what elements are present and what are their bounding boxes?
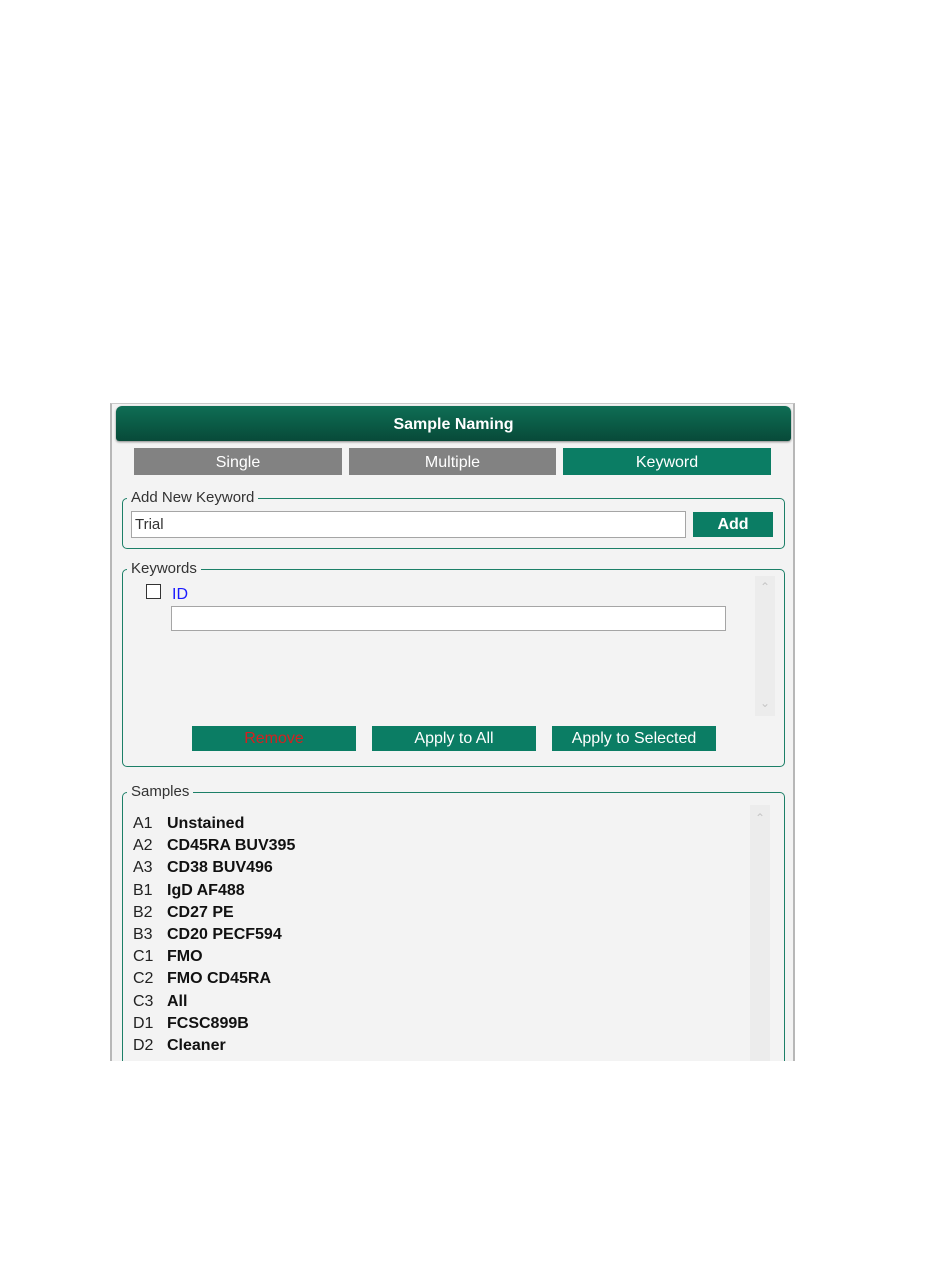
sample-name: CD20 PECF594 [167, 926, 282, 943]
new-keyword-input[interactable] [131, 511, 686, 538]
sample-well: C2 [133, 970, 154, 987]
sample-well: A3 [133, 859, 153, 876]
sample-well: D1 [133, 1015, 154, 1032]
list-item[interactable]: A3 CD38 BUV496 [133, 857, 273, 879]
sample-well: B2 [133, 904, 153, 921]
sample-well: A2 [133, 837, 153, 854]
sample-name: FMO CD45RA [167, 970, 272, 987]
add-keyword-group: Add New Keyword Add [122, 489, 785, 549]
sample-name: All [167, 993, 188, 1010]
samples-legend: Samples [131, 783, 190, 800]
list-item[interactable]: D2 Cleaner [133, 1035, 226, 1057]
list-item[interactable]: B2 CD27 PE [133, 902, 234, 924]
sample-well: B3 [133, 926, 153, 943]
list-item[interactable]: B3 CD20 PECF594 [133, 924, 282, 946]
keyword-id-value-input[interactable] [171, 606, 726, 631]
list-item[interactable]: C3 All [133, 991, 187, 1013]
sample-name: Cleaner [167, 1037, 226, 1054]
sample-naming-panel: Sample Naming Single Multiple Keyword Ad… [110, 403, 795, 1061]
sample-name: Unstained [167, 815, 245, 832]
sample-well: A1 [133, 815, 153, 832]
samples-group: Samples ⌃ A1 Unstained A2 CD45RA BUV395 A3… [122, 783, 785, 1061]
keywords-scrollbar[interactable]: ⌃ ⌄ [755, 576, 775, 716]
add-keyword-legend: Add New Keyword [131, 489, 255, 506]
sample-name: CD27 PE [167, 904, 234, 921]
add-keyword-button[interactable]: Add [693, 512, 773, 537]
apply-to-all-button[interactable]: Apply to All [372, 726, 536, 751]
sample-well: B1 [133, 882, 153, 899]
sample-name: FCSC899B [167, 1015, 249, 1032]
sample-well: C3 [133, 993, 154, 1010]
sample-name: CD38 BUV496 [167, 859, 273, 876]
apply-to-selected-button[interactable]: Apply to Selected [552, 726, 716, 751]
tab-single[interactable]: Single [134, 448, 342, 475]
list-item[interactable]: B1 IgD AF488 [133, 880, 245, 902]
keyword-id-label: ID [172, 586, 188, 603]
tab-multiple[interactable]: Multiple [349, 448, 556, 475]
keywords-legend: Keywords [131, 560, 197, 577]
sample-well: C1 [133, 948, 154, 965]
list-item[interactable]: A1 Unstained [133, 813, 244, 835]
keyword-id-checkbox[interactable] [146, 584, 161, 599]
keywords-group: Keywords ID ⌃ ⌄ Remove Apply to All Appl… [122, 560, 785, 767]
samples-scrollbar[interactable]: ⌃ [750, 805, 770, 1061]
list-item[interactable]: D1 FCSC899B [133, 1013, 249, 1035]
panel-title: Sample Naming [116, 406, 791, 441]
list-item[interactable]: C2 FMO CD45RA [133, 968, 271, 990]
sample-name: FMO [167, 948, 203, 965]
list-item[interactable]: C1 FMO [133, 946, 203, 968]
chevron-down-icon[interactable]: ⌄ [755, 696, 775, 710]
sample-name: CD45RA BUV395 [167, 837, 296, 854]
chevron-up-icon[interactable]: ⌃ [755, 580, 775, 594]
list-item[interactable]: A2 CD45RA BUV395 [133, 835, 295, 857]
sample-name: IgD AF488 [167, 882, 245, 899]
sample-well: D2 [133, 1037, 154, 1054]
chevron-up-icon[interactable]: ⌃ [750, 811, 770, 825]
remove-keyword-button[interactable]: Remove [192, 726, 356, 751]
tab-keyword[interactable]: Keyword [563, 448, 771, 475]
